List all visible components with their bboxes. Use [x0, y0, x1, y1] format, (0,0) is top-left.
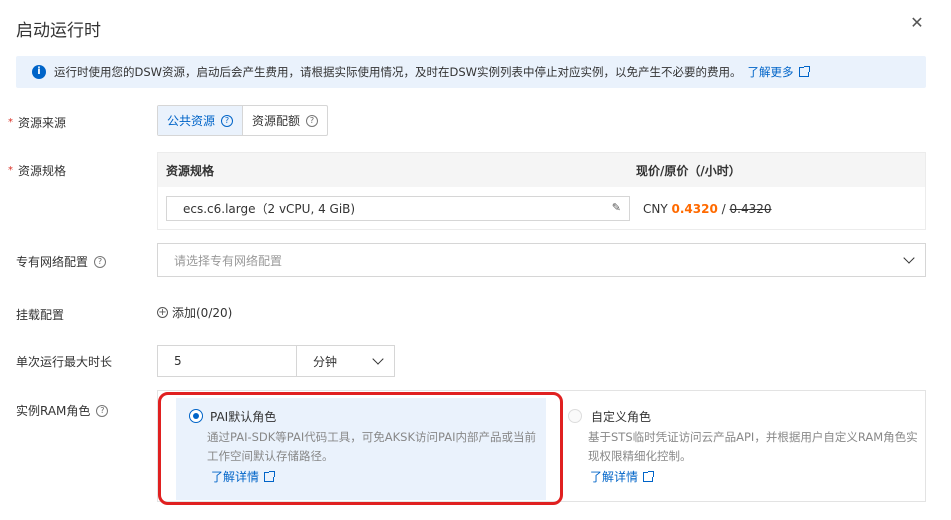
- duration-unit-value: 分钟: [313, 354, 338, 369]
- chevron-down-icon: [903, 252, 915, 264]
- help-icon[interactable]: ?: [96, 404, 109, 417]
- plus-circle-icon: +: [157, 307, 168, 318]
- resource-spec-value: ecs.c6.large（2 vCPU, 4 GiB): [183, 202, 356, 216]
- original-price: 0.4320: [729, 201, 772, 216]
- price-separator: /: [721, 201, 726, 216]
- currency: CNY: [643, 201, 668, 216]
- vpc-label-text: 专有网络配置: [16, 255, 89, 269]
- close-icon[interactable]: ✕: [908, 14, 926, 32]
- duration-input[interactable]: 5: [158, 346, 297, 376]
- external-link-icon: [798, 66, 810, 77]
- vpc-select[interactable]: 请选择专有网络配置: [157, 243, 926, 277]
- learn-more-link[interactable]: 了解更多: [747, 64, 810, 80]
- chevron-down-icon: [372, 353, 384, 365]
- help-icon[interactable]: ?: [221, 114, 234, 127]
- help-icon[interactable]: ?: [94, 255, 107, 268]
- resource-spec-select[interactable]: ecs.c6.large（2 vCPU, 4 GiB) ✎: [166, 196, 630, 221]
- ram-role-label: 实例RAM角色?: [8, 402, 109, 419]
- vpc-placeholder: 请选择专有网络配置: [174, 253, 283, 268]
- required-mark: *: [8, 165, 13, 176]
- edit-icon[interactable]: ✎: [612, 201, 621, 214]
- spec-column-header: 资源规格: [166, 163, 215, 178]
- custom-role-learn-link[interactable]: 了解详情: [590, 468, 655, 485]
- resource-source-quota-option[interactable]: 资源配额?: [242, 106, 327, 135]
- resource-source-public-option[interactable]: 公共资源?: [158, 106, 243, 135]
- required-mark: *: [8, 117, 13, 128]
- mount-label: 挂载配置: [8, 306, 64, 323]
- alert-text: 运行时使用您的DSW资源，启动后会产生费用，请根据实际使用情况，及时在DSW实例…: [54, 65, 742, 79]
- learn-more-label: 了解更多: [747, 65, 794, 79]
- max-duration-label-text: 单次运行最大时长: [16, 355, 113, 369]
- ram-role-label-text: 实例RAM角色: [16, 404, 91, 418]
- quota-option-label: 资源配额: [252, 114, 301, 128]
- add-mount-label: 添加(0/20): [172, 306, 233, 320]
- custom-role-title: 自定义角色: [591, 410, 652, 424]
- price-column-header: 现价/原价（/小时）: [636, 163, 741, 178]
- info-icon: i: [32, 65, 46, 79]
- dialog-title: 启动运行时: [16, 21, 101, 41]
- duration-value: 5: [174, 354, 182, 368]
- max-duration-label: 单次运行最大时长: [8, 353, 112, 370]
- info-alert: i 运行时使用您的DSW资源，启动后会产生费用，请根据实际使用情况，及时在DSW…: [16, 56, 926, 88]
- resource-source-label-text: 资源来源: [18, 116, 67, 130]
- vpc-label: 专有网络配置?: [8, 253, 107, 270]
- custom-role-link-label: 了解详情: [590, 470, 639, 484]
- resource-source-segmented: 公共资源? 资源配额?: [157, 105, 329, 136]
- public-option-label: 公共资源: [167, 114, 216, 128]
- external-link-icon: [643, 471, 655, 482]
- resource-spec-table: 资源规格 现价/原价（/小时） ecs.c6.large（2 vCPU, 4 G…: [157, 152, 926, 230]
- highlight-annotation: [158, 392, 563, 505]
- spec-table-header: 资源规格 现价/原价（/小时）: [158, 153, 925, 187]
- duration-unit-select[interactable]: 分钟: [297, 346, 394, 376]
- current-price: 0.4320: [671, 201, 718, 216]
- max-duration-field: 5 分钟: [157, 345, 395, 377]
- resource-spec-label-text: 资源规格: [18, 164, 67, 178]
- price-display: CNY 0.4320 / 0.4320: [643, 202, 772, 216]
- resource-source-label: * 资源来源: [8, 114, 66, 131]
- mount-label-text: 挂载配置: [16, 308, 65, 322]
- add-mount-button[interactable]: + 添加(0/20): [157, 304, 232, 321]
- radio-custom-role[interactable]: [568, 409, 582, 423]
- custom-role-desc: 基于STS临时凭证访问云产品API，并根据用户自定义RAM角色实现权限精细化控制…: [588, 430, 918, 463]
- help-icon[interactable]: ?: [306, 114, 319, 127]
- resource-spec-label: * 资源规格: [8, 162, 66, 179]
- spec-table-row: ecs.c6.large（2 vCPU, 4 GiB) ✎ CNY 0.4320…: [158, 187, 925, 230]
